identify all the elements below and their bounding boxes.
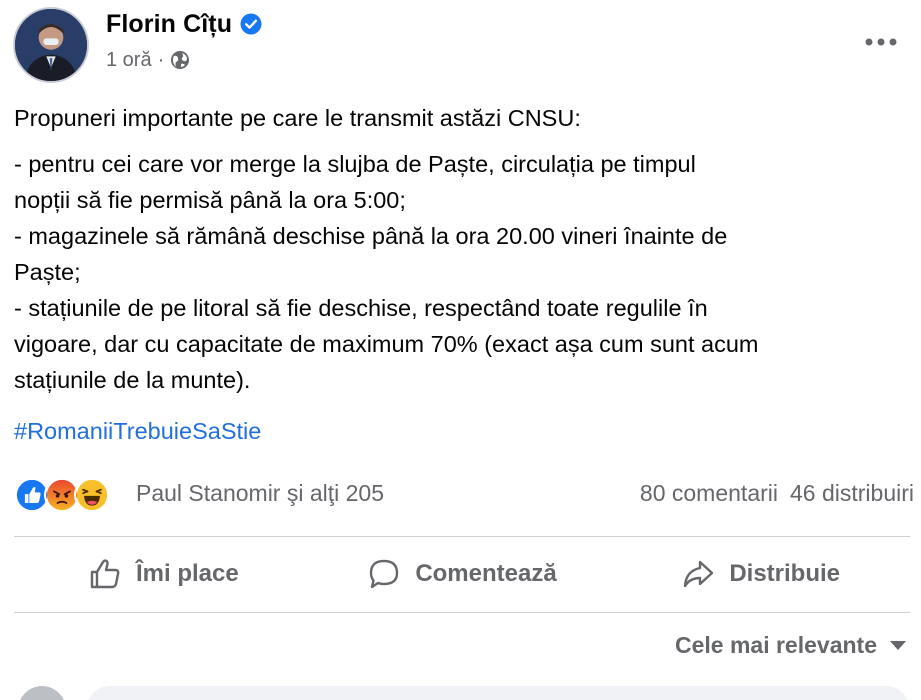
engagement-counts: 80 comentarii 46 distribuiri <box>640 480 914 507</box>
hashtag-link[interactable]: #RomaniiTrebuieSaStie <box>14 418 261 445</box>
more-dots-icon <box>865 38 897 46</box>
divider-top <box>14 536 910 537</box>
post-bullets: - pentru cei care vor merge la slujba de… <box>14 151 759 393</box>
avatar-photo <box>15 9 87 81</box>
sort-label: Cele mai relevante <box>674 632 877 658</box>
verified-badge-icon <box>240 13 262 35</box>
comment-button[interactable]: Comentează <box>313 545 612 603</box>
comment-label: Comentează <box>415 560 557 587</box>
reactions-row: Paul Stanomir şi alţi 205 80 comentarii … <box>14 474 914 514</box>
globe-icon[interactable] <box>170 50 190 70</box>
share-button[interactable]: Distribuie <box>611 545 910 603</box>
post-header: Florin Cîțu 1 oră · <box>0 0 921 88</box>
reactions-summary[interactable]: Paul Stanomir şi alţi 205 <box>136 480 384 507</box>
thumbs-up-icon <box>90 559 120 589</box>
like-label: Îmi place <box>135 560 239 587</box>
share-label: Distribuie <box>729 560 841 587</box>
comment-input[interactable] <box>86 686 910 700</box>
more-options-button[interactable] <box>861 22 901 62</box>
post-text: Propuneri importante pe care le transmit… <box>14 100 914 398</box>
post-timestamp[interactable]: 1 oră <box>106 49 152 72</box>
caret-down-icon <box>889 641 907 650</box>
share-icon <box>684 560 714 588</box>
current-user-avatar[interactable] <box>18 686 66 700</box>
divider-bottom <box>14 612 910 613</box>
author-name[interactable]: Florin Cîțu <box>106 10 232 39</box>
like-button[interactable]: Îmi place <box>14 545 313 603</box>
shares-count[interactable]: 46 distribuiri <box>790 480 914 507</box>
facebook-post: Florin Cîțu 1 oră · Propuneri importante… <box>0 0 921 700</box>
author-avatar[interactable] <box>13 7 89 83</box>
meta-separator: · <box>157 48 165 71</box>
reaction-icons[interactable] <box>14 477 110 513</box>
comment-sort-dropdown[interactable]: Cele mai relevante <box>675 632 907 659</box>
comments-count[interactable]: 80 comentarii <box>640 480 778 507</box>
action-bar: Îmi place Comentează Distribuie <box>14 545 910 603</box>
post-meta: 1 oră · <box>106 46 190 74</box>
comment-icon <box>370 559 399 589</box>
haha-icon <box>74 477 110 513</box>
post-intro: Propuneri importante pe care le transmit… <box>14 105 581 131</box>
author-row: Florin Cîțu <box>106 8 262 40</box>
